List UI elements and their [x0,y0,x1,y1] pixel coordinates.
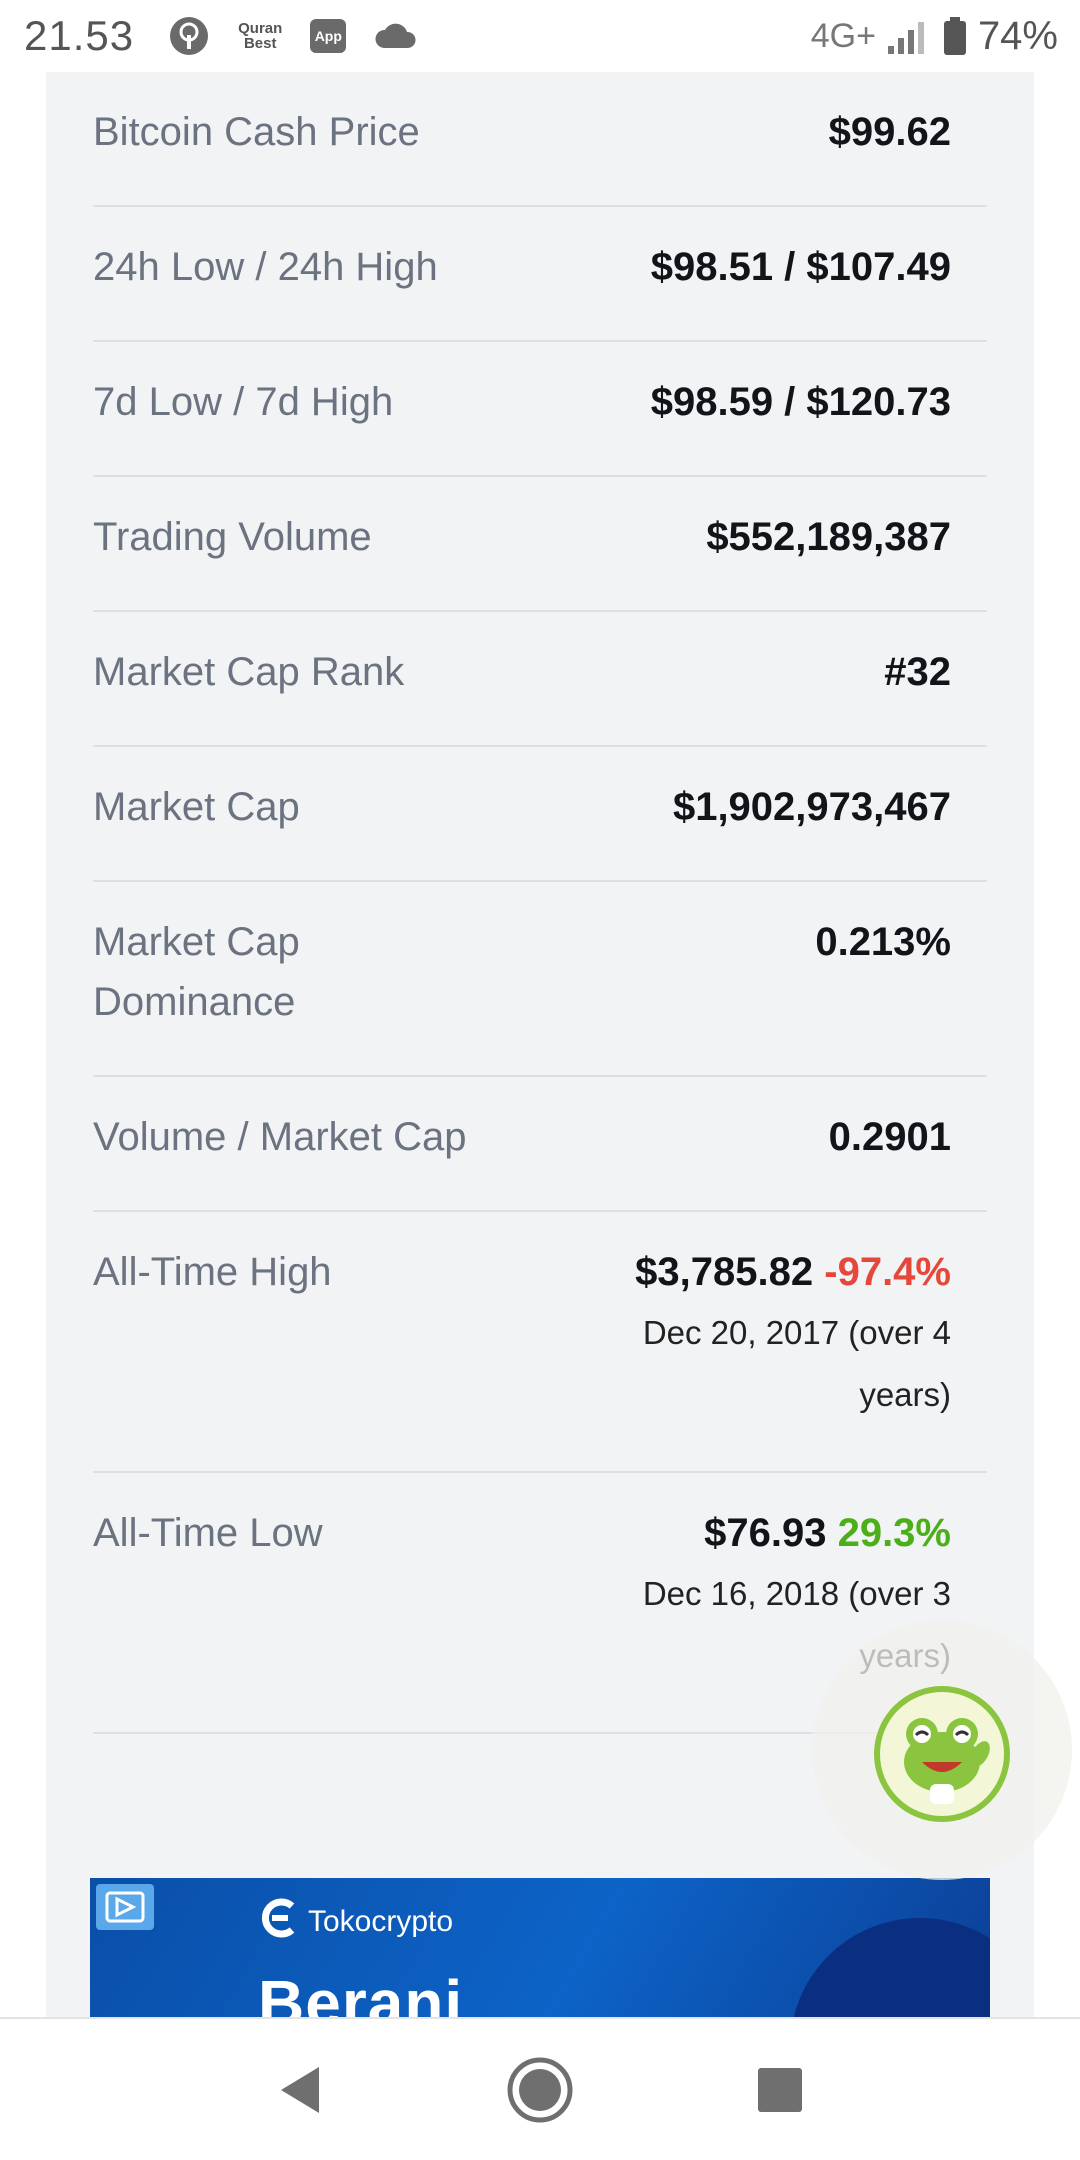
app-icon: App [310,19,347,53]
stat-value: 0.2901 [828,1115,951,1159]
battery-percent: 74% [977,13,1058,58]
notification-icons: Quran Best App [168,15,418,57]
network-type: 4G+ [810,16,876,55]
signal-icon [886,16,932,56]
stat-value: $98.51 / $107.49 [650,245,951,289]
atl-date-line1: Dec 16, 2018 (over 3 [642,1575,951,1612]
frog-mascot-button[interactable] [874,1686,1010,1822]
system-nav-bar [0,2017,1080,2160]
stat-row-7d-range: 7d Low / 7d High $98.59 / $120.73 [93,342,987,477]
stat-label: All-Time High [93,1250,332,1294]
stat-row-price: Bitcoin Cash Price $99.62 [93,72,987,207]
app-badge-label: App [314,28,342,44]
stat-label: 7d Low / 7d High [93,380,394,424]
ad-brand: Tokocrypto [258,1898,453,1946]
stat-label: Trading Volume [93,515,372,559]
frog-mascot-icon [904,1718,990,1804]
ad-decoration [790,1918,990,2018]
stat-row-all-time-high: All-Time High $3,785.82 -97.4% Dec 20, 2… [93,1212,987,1473]
stat-value: 0.213% [815,920,951,964]
stat-value: #32 [884,650,951,694]
stat-row-dominance: Market Cap Dominance 0.213% [93,882,987,1077]
tokocrypto-logo-icon [258,1898,302,1946]
stat-row-24h-range: 24h Low / 24h High $98.51 / $107.49 [93,207,987,342]
home-circle-icon [507,2057,573,2122]
stat-row-market-cap-rank: Market Cap Rank #32 [93,612,987,747]
stat-label: Volume / Market Cap [93,1115,467,1159]
battery-icon [942,16,968,56]
home-button[interactable] [500,2050,580,2130]
status-bar: 21.53 Quran Best App 4G+ 74% [0,0,1080,72]
stat-label: 24h Low / 24h High [93,245,438,289]
ad-choices-icon[interactable] [96,1884,154,1930]
stat-row-trading-volume: Trading Volume $552,189,387 [93,477,987,612]
stat-value: $1,902,973,467 [672,785,951,829]
stat-label: Market Cap Rank [93,650,405,694]
ath-value-block: $3,785.82 -97.4% Dec 20, 2017 (over 4 ye… [635,1242,951,1471]
back-button[interactable] [260,2050,340,2130]
quran-line2: Best [243,35,277,52]
stat-label: All-Time Low [93,1511,323,1555]
ad-headline: Berani [258,1967,464,2018]
podcast-icon [168,15,210,57]
system-icons: 4G+ 74% [811,14,1058,59]
stats-table: Bitcoin Cash Price $99.62 24h Low / 24h … [93,72,987,1734]
ath-price: $3,785.82 [635,1250,814,1294]
ad-brand-name: Tokocrypto [308,1905,454,1938]
ad-banner[interactable]: Tokocrypto Berani [90,1878,990,2018]
stat-value: $98.59 / $120.73 [650,380,951,424]
stat-value: $99.62 [828,110,951,154]
quran-app-icon: Quran Best [238,21,282,51]
recents-button[interactable] [740,2050,820,2130]
atl-change: 29.3% [837,1511,951,1555]
stat-label: Market Cap [93,785,300,829]
status-time: 21.53 [24,12,135,59]
ath-date-line2: years) [859,1376,951,1413]
back-triangle-icon [281,2066,319,2113]
cloud-icon [374,22,418,50]
ath-change: -97.4% [824,1250,951,1294]
stat-label: Bitcoin Cash Price [93,110,420,154]
stat-row-market-cap: Market Cap $1,902,973,467 [93,747,987,882]
ath-date-line1: Dec 20, 2017 (over 4 [642,1314,951,1351]
atl-price: $76.93 [704,1511,827,1555]
stat-value: $552,189,387 [706,515,951,559]
recents-square-icon [758,2067,802,2112]
stat-label: Market Cap Dominance [93,920,300,1024]
stat-row-volume-market-cap: Volume / Market Cap 0.2901 [93,1077,987,1212]
